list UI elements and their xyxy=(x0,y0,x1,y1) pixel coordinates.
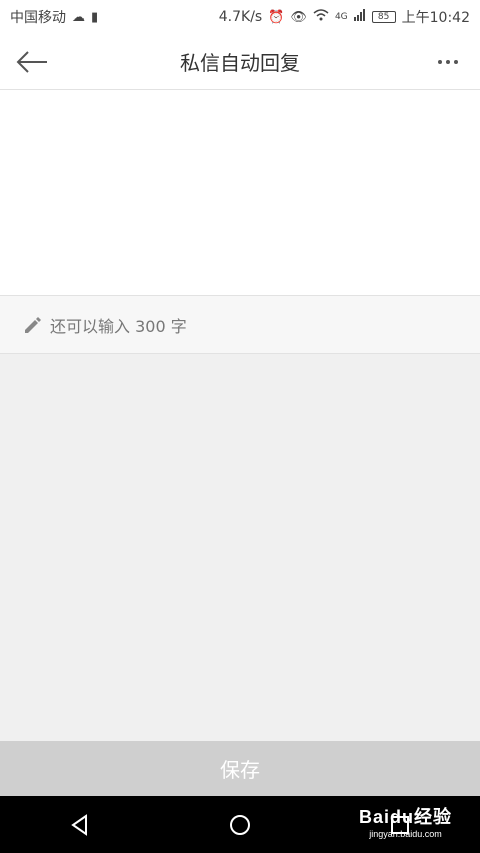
eye-icon: 👁 xyxy=(290,9,307,25)
pencil-icon xyxy=(25,316,41,333)
clock: 上午10:42 xyxy=(401,10,470,26)
sim-icon: ▮ xyxy=(91,9,99,25)
app-header: 私信自动回复 xyxy=(0,34,480,90)
status-right: 4.7K/s ⏰ 👁 4G 85 上午10:42 xyxy=(219,7,470,27)
circle-home-icon xyxy=(230,814,250,835)
baidu-watermark: Baidu经验 jingyan.baidu.com xyxy=(359,803,452,839)
back-button[interactable] xyxy=(12,42,52,82)
arrow-left-icon xyxy=(16,50,47,73)
wifi-icon xyxy=(313,9,329,25)
more-dot-icon xyxy=(438,59,442,64)
nav-home-button[interactable] xyxy=(220,805,260,845)
char-counter-text: 还可以输入 300 字 xyxy=(50,316,187,336)
network-speed: 4.7K/s xyxy=(218,9,263,25)
auto-reply-input[interactable] xyxy=(0,90,480,295)
status-bar: 中国移动 ☁ ▮ 4.7K/s ⏰ 👁 4G 85 上午10:42 xyxy=(0,0,480,34)
status-left: 中国移动 ☁ ▮ xyxy=(10,7,98,27)
reply-editor-container xyxy=(0,90,480,296)
char-counter-bar: 还可以输入 300 字 xyxy=(0,296,480,354)
alarm-icon: ⏰ xyxy=(268,9,285,25)
weather-icon: ☁ xyxy=(72,9,85,25)
triangle-back-icon xyxy=(71,813,87,836)
watermark-url: jingyan.baidu.com xyxy=(369,829,442,839)
signal-icon xyxy=(353,9,366,25)
nav-back-button[interactable] xyxy=(60,805,100,845)
page-title: 私信自动回复 xyxy=(180,51,300,75)
more-options-button[interactable] xyxy=(428,42,468,82)
save-button[interactable]: 保存 xyxy=(0,741,480,796)
more-dot-icon xyxy=(454,59,458,64)
battery-icon: 85 xyxy=(371,11,396,23)
more-dot-icon xyxy=(446,59,450,64)
watermark-brand: Baidu经验 xyxy=(358,807,452,827)
network-type: 4G xyxy=(334,12,348,22)
carrier-label: 中国移动 xyxy=(10,10,66,26)
